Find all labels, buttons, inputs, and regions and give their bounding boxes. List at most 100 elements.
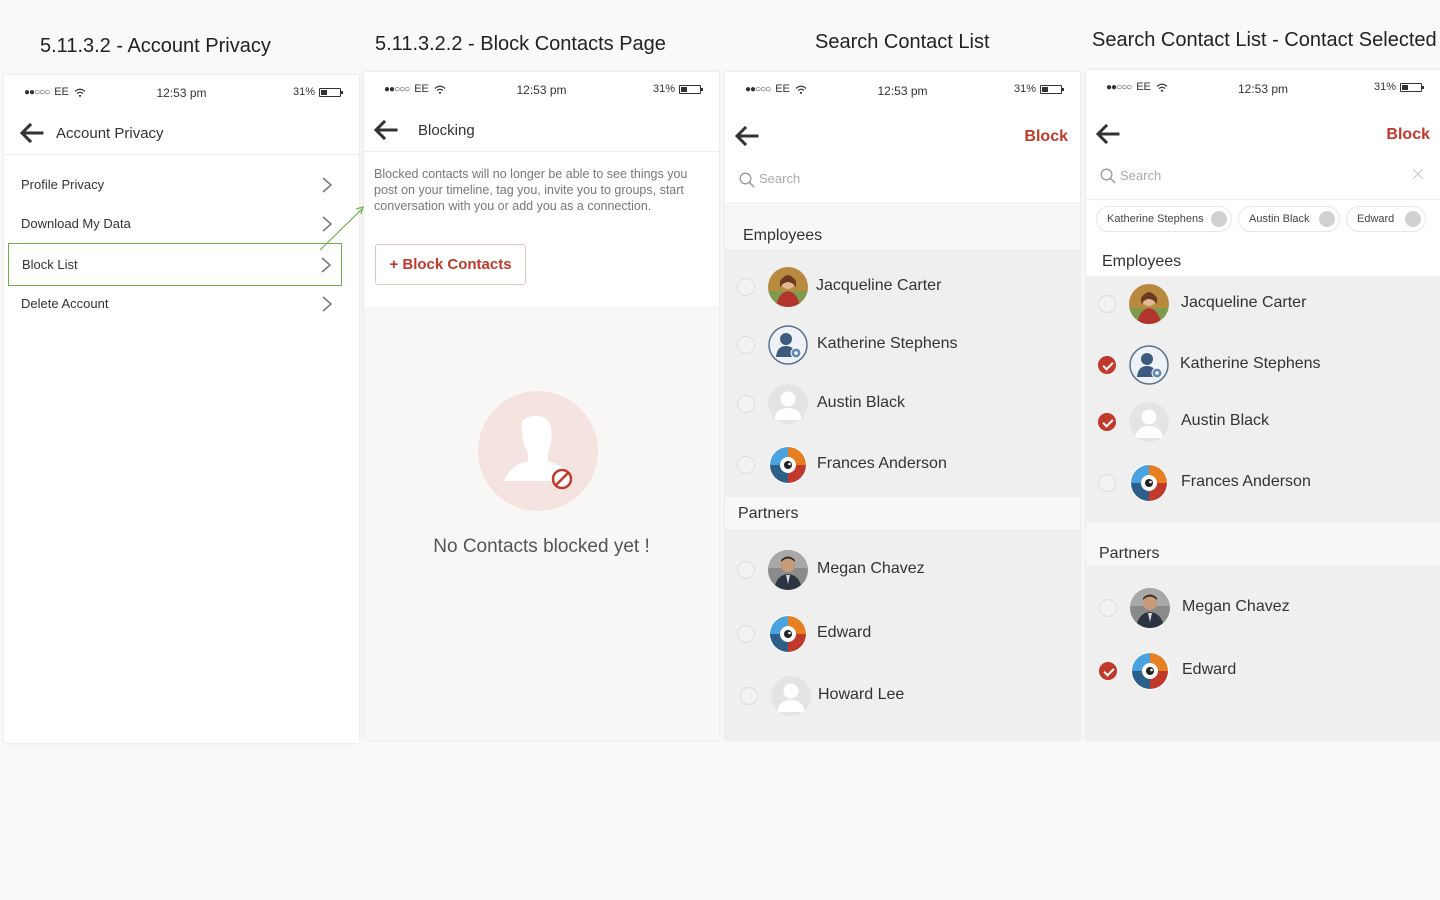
contact-row[interactable]: Edward [1086, 648, 1440, 694]
select-radio-checked[interactable] [1099, 662, 1117, 680]
section-header-employees: Employees [725, 205, 1080, 249]
page-title: Blocking [418, 122, 475, 139]
selected-chip[interactable]: Katherine Stephens [1096, 206, 1232, 232]
menu-item-download-data[interactable]: Download My Data [8, 204, 342, 244]
caption-contact-selected: Search Contact List - Contact Selected [1092, 29, 1437, 51]
block-button[interactable]: Block [1024, 128, 1068, 146]
battery-icon [319, 87, 343, 97]
contact-row[interactable]: Frances Anderson [725, 442, 1080, 488]
select-radio[interactable] [737, 561, 755, 579]
contact-row[interactable]: Katherine Stephens [725, 322, 1080, 368]
battery-icon [1400, 82, 1424, 92]
contact-row[interactable]: Frances Anderson [1086, 460, 1440, 506]
block-contacts-button[interactable]: + Block Contacts [375, 244, 526, 285]
avatar [768, 267, 808, 307]
section-header-partners: Partners [1086, 522, 1440, 566]
select-radio[interactable] [1098, 295, 1116, 313]
contact-row[interactable]: Jacqueline Carter [1086, 281, 1440, 327]
status-bar: ●●○○○ EE 12:53 pm 31% [1086, 70, 1440, 106]
chip-label: Katherine Stephens [1107, 213, 1204, 225]
empty-state: No Contacts blocked yet ! [364, 306, 719, 740]
remove-chip-icon[interactable] [1319, 211, 1335, 227]
select-radio[interactable] [740, 687, 758, 705]
remove-chip-icon[interactable] [1211, 211, 1227, 227]
caption-account-privacy: 5.11.3.2 - Account Privacy [40, 35, 271, 57]
contact-row[interactable]: Austin Black [1086, 399, 1440, 445]
back-arrow-icon[interactable] [1094, 122, 1120, 146]
page-title: Account Privacy [56, 125, 164, 142]
remove-chip-icon[interactable] [1405, 211, 1421, 227]
screen-account-privacy: ●●○○○ EE 12:53 pm 31% Account Privacy Pro… [4, 75, 359, 743]
block-button[interactable]: Block [1386, 126, 1430, 144]
menu-item-block-list[interactable]: Block List [8, 243, 342, 286]
section-header-employees: Employees [1086, 246, 1440, 276]
chevron-right-icon [320, 176, 334, 194]
select-radio-checked[interactable] [1098, 356, 1116, 374]
contact-name: Jacqueline Carter [1181, 294, 1307, 311]
search-input[interactable] [759, 171, 1019, 186]
select-radio[interactable] [737, 395, 755, 413]
avatar [1129, 284, 1169, 324]
contact-name: Katherine Stephens [1180, 355, 1321, 372]
back-arrow-icon[interactable] [18, 121, 44, 145]
select-radio[interactable] [737, 625, 755, 643]
contact-row[interactable]: Megan Chavez [1086, 585, 1440, 631]
avatar [1129, 463, 1169, 503]
selected-chip[interactable]: Edward [1346, 206, 1426, 232]
chevron-right-icon [320, 295, 334, 313]
select-radio[interactable] [737, 278, 755, 296]
search-input[interactable] [1120, 168, 1380, 183]
back-arrow-icon[interactable] [372, 118, 398, 142]
selected-chip[interactable]: Austin Black [1238, 206, 1340, 232]
contact-name: Edward [817, 624, 872, 641]
header: Block [1086, 106, 1440, 150]
employee-list: Jacqueline Carter Katherine Stephens Aus… [725, 249, 1080, 497]
empty-message: No Contacts blocked yet ! [433, 536, 650, 557]
contact-row[interactable]: Katherine Stephens [1086, 342, 1440, 388]
menu-item-profile-privacy[interactable]: Profile Privacy [8, 165, 342, 205]
contact-row[interactable]: Howard Lee [725, 673, 1080, 719]
search-bar [725, 158, 1080, 204]
section-label: Employees [743, 227, 823, 244]
search-bar [1086, 154, 1440, 200]
back-arrow-icon[interactable] [733, 124, 759, 148]
contact-name: Howard Lee [818, 686, 905, 703]
close-icon[interactable] [1412, 168, 1424, 180]
avatar [768, 614, 808, 654]
avatar [771, 676, 811, 716]
contact-row[interactable]: Austin Black [725, 381, 1080, 427]
avatar [768, 550, 808, 590]
contact-row[interactable]: Jacqueline Carter [725, 264, 1080, 310]
contact-name: Austin Black [1181, 412, 1270, 429]
select-radio[interactable] [737, 336, 755, 354]
caption-block-contacts: 5.11.3.2.2 - Block Contacts Page [375, 33, 666, 55]
contact-row[interactable]: Megan Chavez [725, 547, 1080, 593]
header: Account Privacy [4, 111, 359, 155]
section-label: Partners [1099, 545, 1160, 562]
avatar [1130, 588, 1170, 628]
battery-percent: 31% [1013, 83, 1036, 95]
select-radio[interactable] [737, 456, 755, 474]
avatar [1130, 651, 1170, 691]
contact-name: Frances Anderson [1181, 473, 1311, 490]
screen-blocking: ●●○○○ EE 12:53 pm 31% Blocking Blocked co… [364, 72, 719, 740]
header: Block [725, 108, 1080, 152]
contact-row[interactable]: Edward [725, 611, 1080, 657]
chip-label: Edward [1357, 213, 1395, 225]
section-label: Employees [1102, 253, 1182, 270]
select-radio-checked[interactable] [1098, 413, 1116, 431]
status-bar: ●●○○○ EE 12:53 pm 31% [725, 72, 1080, 108]
menu-item-delete-account[interactable]: Delete Account [8, 284, 342, 324]
screen-contacts-selected: ●●○○○EE 12:53 pm 31% Block Katherine Ste… [1086, 70, 1440, 740]
contact-name: Megan Chavez [1182, 598, 1290, 615]
battery-percent: 31% [652, 83, 675, 95]
battery-icon [679, 84, 703, 94]
avatar [1129, 345, 1169, 385]
menu-item-label: Profile Privacy [21, 177, 105, 192]
contact-name: Jacqueline Carter [816, 277, 942, 294]
select-radio[interactable] [1098, 474, 1116, 492]
search-icon [1100, 168, 1116, 184]
select-radio[interactable] [1099, 599, 1117, 617]
employee-list: Jacqueline Carter Katherine Stephens Aus… [1086, 276, 1440, 522]
avatar [1129, 402, 1169, 442]
